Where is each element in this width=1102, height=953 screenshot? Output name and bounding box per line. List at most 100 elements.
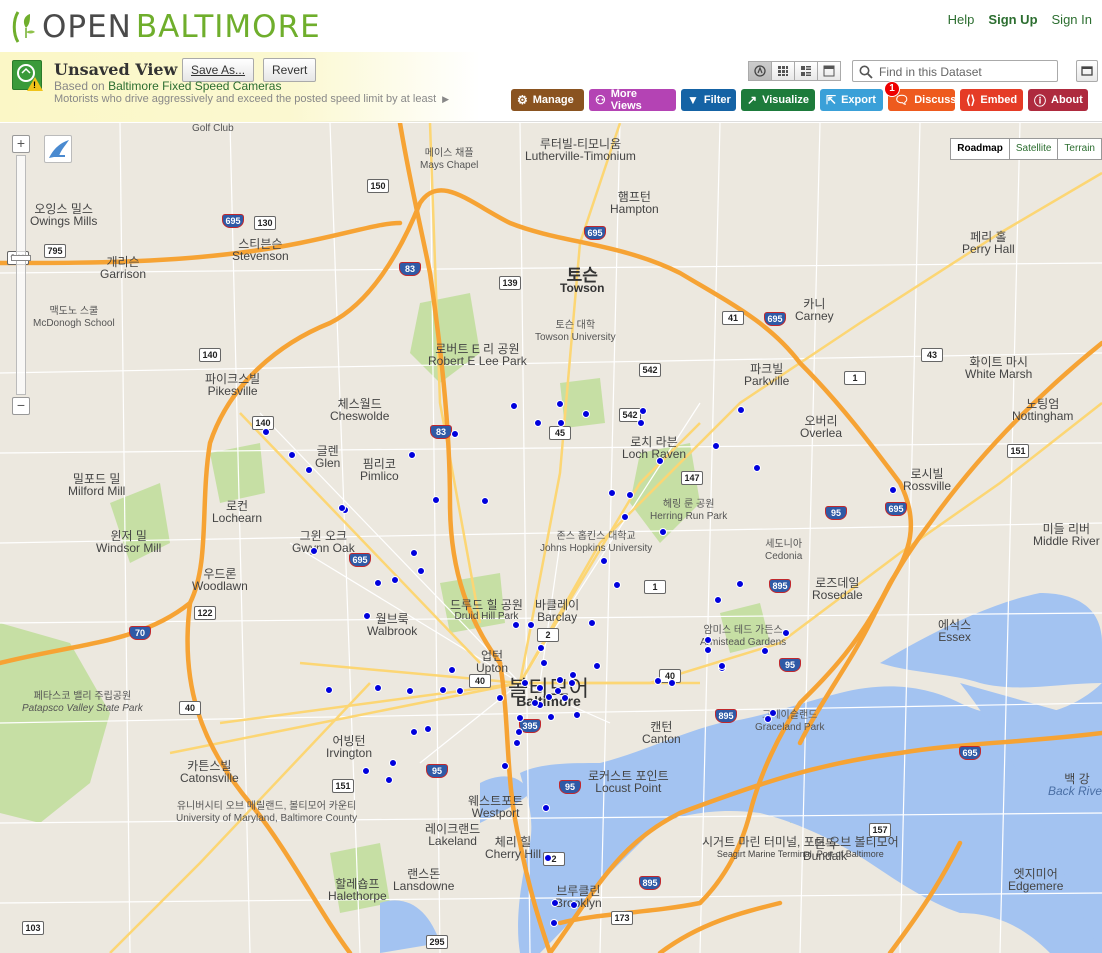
speed-camera-marker[interactable] — [704, 646, 712, 654]
fullscreen-icon[interactable] — [1076, 60, 1098, 82]
speed-camera-marker[interactable] — [736, 580, 744, 588]
speed-camera-marker[interactable] — [512, 621, 520, 629]
speed-camera-marker[interactable] — [557, 419, 565, 427]
speed-camera-marker[interactable] — [568, 679, 576, 687]
speed-camera-marker[interactable] — [600, 557, 608, 565]
speed-camera-marker[interactable] — [531, 699, 539, 707]
speed-camera-marker[interactable] — [363, 612, 371, 620]
speed-camera-marker[interactable] — [626, 491, 634, 499]
speed-camera-marker[interactable] — [408, 451, 416, 459]
page-view-icon[interactable] — [817, 61, 841, 81]
speed-camera-marker[interactable] — [704, 636, 712, 644]
speed-camera-marker[interactable] — [305, 466, 313, 474]
speed-camera-marker[interactable] — [714, 596, 722, 604]
speed-camera-marker[interactable] — [406, 687, 414, 695]
export-button[interactable]: ⇱ Export — [820, 89, 883, 111]
speed-camera-marker[interactable] — [389, 759, 397, 767]
speed-camera-marker[interactable] — [608, 489, 616, 497]
speed-camera-marker[interactable] — [456, 687, 464, 695]
speed-camera-marker[interactable] — [527, 621, 535, 629]
source-dataset-link[interactable]: Baltimore Fixed Speed Cameras — [108, 79, 281, 93]
map-type-roadmap[interactable]: Roadmap — [950, 138, 1010, 160]
speed-camera-marker[interactable] — [593, 662, 601, 670]
speed-camera-marker[interactable] — [753, 464, 761, 472]
speed-camera-marker[interactable] — [582, 410, 590, 418]
zoom-slider-track[interactable] — [16, 155, 26, 395]
speed-camera-marker[interactable] — [510, 402, 518, 410]
sign-in-link[interactable]: Sign In — [1052, 12, 1092, 27]
speed-camera-marker[interactable] — [362, 767, 370, 775]
speed-camera-marker[interactable] — [570, 901, 578, 909]
speed-camera-marker[interactable] — [550, 919, 558, 927]
speed-camera-marker[interactable] — [536, 684, 544, 692]
speed-camera-marker[interactable] — [544, 854, 552, 862]
speed-camera-marker[interactable] — [288, 451, 296, 459]
speed-camera-marker[interactable] — [410, 549, 418, 557]
speed-camera-marker[interactable] — [718, 662, 726, 670]
search-input[interactable] — [879, 63, 1055, 80]
speed-camera-marker[interactable] — [588, 619, 596, 627]
visualize-button[interactable]: ↗ Visualize — [741, 89, 815, 111]
speed-camera-marker[interactable] — [262, 428, 270, 436]
about-button[interactable]: ⓘ About — [1028, 89, 1088, 111]
speed-camera-marker[interactable] — [556, 400, 564, 408]
speed-camera-marker[interactable] — [448, 666, 456, 674]
speed-camera-marker[interactable] — [547, 713, 555, 721]
speed-camera-marker[interactable] — [410, 728, 418, 736]
speed-camera-marker[interactable] — [761, 647, 769, 655]
speed-camera-marker[interactable] — [513, 739, 521, 747]
sign-up-link[interactable]: Sign Up — [988, 12, 1037, 27]
speed-camera-marker[interactable] — [613, 581, 621, 589]
speed-camera-marker[interactable] — [325, 686, 333, 694]
speed-camera-marker[interactable] — [516, 714, 524, 722]
speed-camera-marker[interactable] — [554, 687, 562, 695]
speed-camera-marker[interactable] — [432, 496, 440, 504]
speed-camera-marker[interactable] — [439, 686, 447, 694]
zoom-slider-handle[interactable] — [11, 255, 31, 261]
speed-camera-marker[interactable] — [637, 419, 645, 427]
embed-button[interactable]: ⟨⟩ Embed — [960, 89, 1023, 111]
discuss-button[interactable]: 1 🗨 Discuss — [884, 81, 956, 111]
speed-camera-marker[interactable] — [621, 513, 629, 521]
speed-camera-marker[interactable] — [573, 711, 581, 719]
speed-camera-marker[interactable] — [737, 406, 745, 414]
street-view-pegman-icon[interactable] — [44, 135, 72, 163]
speed-camera-marker[interactable] — [668, 679, 676, 687]
speed-camera-marker[interactable] — [556, 676, 564, 684]
speed-camera-marker[interactable] — [654, 677, 662, 685]
speed-camera-marker[interactable] — [451, 430, 459, 438]
map-canvas[interactable]: 오잉스 밀스 Owings Mills 개리슨 Garrison 맥도노 스쿨 McD… — [0, 123, 1102, 953]
speed-camera-marker[interactable] — [639, 407, 647, 415]
speed-camera-marker[interactable] — [338, 504, 346, 512]
speed-camera-marker[interactable] — [501, 762, 509, 770]
speed-camera-marker[interactable] — [537, 644, 545, 652]
speed-camera-marker[interactable] — [521, 679, 529, 687]
dataset-description[interactable]: Motorists who drive aggressively and exc… — [54, 93, 449, 105]
speed-camera-marker[interactable] — [542, 804, 550, 812]
speed-camera-marker[interactable] — [515, 728, 523, 736]
speed-camera-marker[interactable] — [712, 442, 720, 450]
zoom-out-button[interactable]: − — [12, 397, 30, 415]
speed-camera-marker[interactable] — [424, 725, 432, 733]
speed-camera-marker[interactable] — [764, 715, 772, 723]
speed-camera-marker[interactable] — [545, 693, 553, 701]
speed-camera-marker[interactable] — [374, 684, 382, 692]
speed-camera-marker[interactable] — [391, 576, 399, 584]
grid-view-icon[interactable] — [771, 61, 795, 81]
map-view-icon[interactable] — [748, 61, 772, 81]
speed-camera-marker[interactable] — [659, 528, 667, 536]
open-baltimore-logo[interactable]: OPEN BALTIMORE — [12, 8, 321, 46]
expand-arrow-icon[interactable]: ▶ — [442, 94, 449, 104]
speed-camera-marker[interactable] — [782, 629, 790, 637]
filter-button[interactable]: ▼ Filter — [681, 89, 736, 111]
speed-camera-marker[interactable] — [417, 567, 425, 575]
speed-camera-marker[interactable] — [889, 486, 897, 494]
map-type-satellite[interactable]: Satellite — [1008, 138, 1059, 160]
dataset-search[interactable] — [852, 60, 1058, 82]
help-link[interactable]: Help — [948, 12, 975, 27]
speed-camera-marker[interactable] — [561, 694, 569, 702]
speed-camera-marker[interactable] — [656, 457, 664, 465]
speed-camera-marker[interactable] — [540, 659, 548, 667]
list-view-icon[interactable] — [794, 61, 818, 81]
speed-camera-marker[interactable] — [496, 694, 504, 702]
